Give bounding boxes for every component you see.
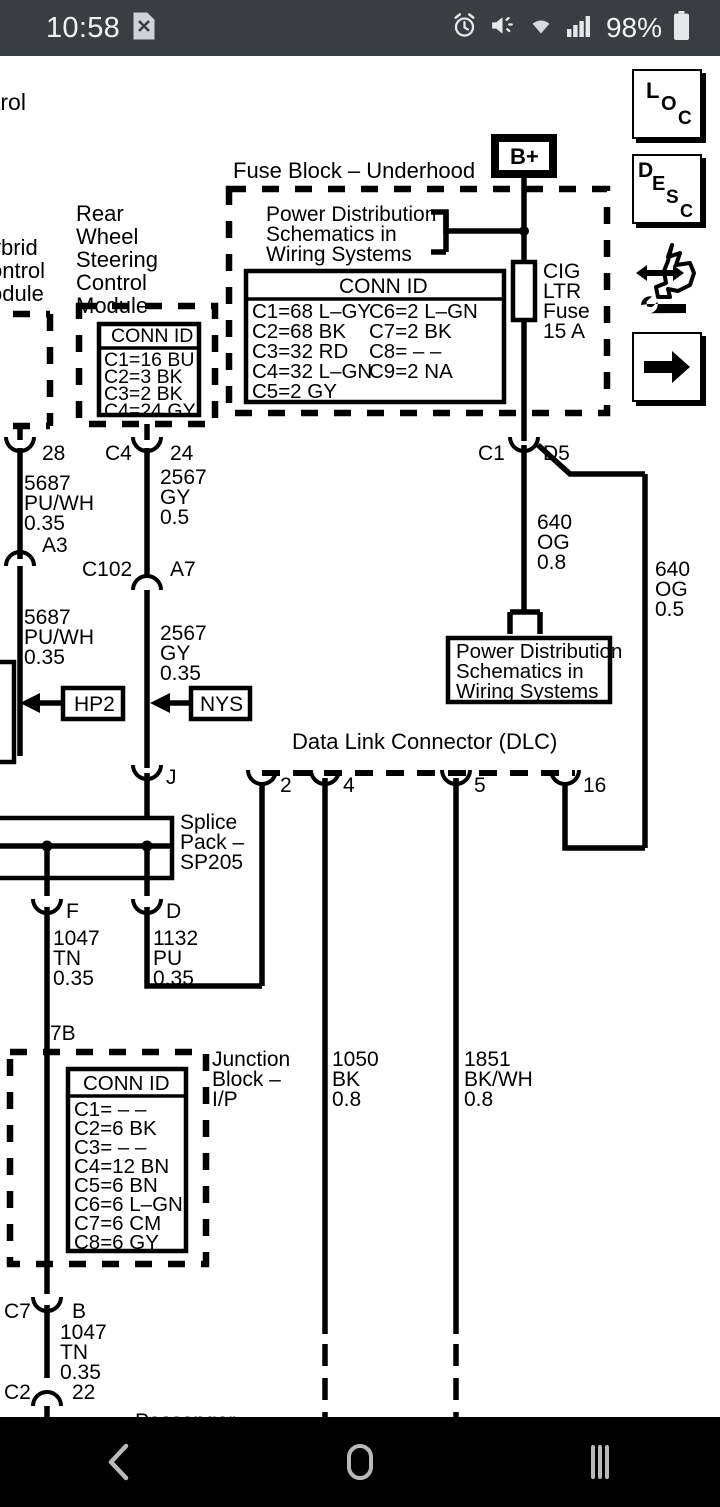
wifi-icon [527,14,555,43]
back-button[interactable] [60,1417,180,1507]
pds-lower-line-3: Wiring Systems [456,680,598,703]
dlc-pin-16-label: 16 [583,774,606,797]
battery-percent-label: 98% [605,12,662,43]
mute-icon [489,12,516,44]
wire-1047-upper-gauge: 0.35 [53,967,94,990]
terminal-b: B [72,1300,86,1323]
fuse-conn-id-header: CONN ID [339,275,428,298]
sim-card-icon [132,12,156,45]
terminal-d: D [166,900,181,923]
b-plus-label: B+ [510,144,539,169]
wire-1050-gauge: 0.8 [332,1088,361,1111]
connector-cup-a7 [131,574,163,591]
loc-letter-3: C [678,108,692,129]
nys-arrow-head [150,693,170,713]
hybrid-module-line-3: odule [0,281,44,306]
hybrid-module-line-2: ontrol [0,258,45,283]
desc-letter-4: C [680,201,693,221]
terminal-a7: A7 [170,558,196,581]
dlc-pin-2-label: 2 [280,774,292,797]
junction-conn-id-header: CONN ID [83,1072,170,1095]
wire-640-left-gauge: 0.8 [537,551,566,574]
terminal-c1: C1 [478,442,505,465]
status-clock: 10:58 [46,11,121,44]
clipped-title-left: trol [0,89,26,115]
desc-letter-2: E [652,173,666,195]
fuse-label-line-4: 15 A [543,320,585,343]
terminal-c4: C4 [105,442,132,465]
rws-module-line-2: Wheel [76,224,138,249]
hp2-label: HP2 [74,693,115,716]
terminal-f: F [66,900,79,923]
passenger-door-line-1: Passenger [135,1410,235,1417]
desc-button[interactable]: D E S C [632,154,702,224]
wire-5687-lower-gauge: 0.35 [24,646,65,669]
terminal-j: J [166,766,177,789]
wire-2567-lower-gauge: 0.35 [160,662,201,685]
battery-icon [673,10,690,46]
recents-button[interactable] [540,1417,660,1507]
clipped-left-box [0,659,17,765]
hand-wrench-tool-button[interactable] [628,239,706,317]
status-bar-left: 10:58 [46,12,156,45]
loc-button[interactable]: L O C [632,69,702,139]
rws-module-line-1: Rear [76,201,124,226]
rws-conn-row-4: C4=24 GY [104,400,196,422]
terminal-a3: A3 [42,534,68,557]
dlc-label: Data Link Connector (DLC) [292,729,557,754]
terminal-7b: 7B [50,1022,76,1045]
wire-640-right-gauge: 0.5 [655,598,684,621]
rws-conn-id-header: CONN ID [111,325,193,347]
terminal-24: 24 [170,442,194,465]
hp2-arrow-head [20,693,40,713]
status-bar: 10:58 98% [0,0,720,56]
next-arrow-button[interactable] [632,332,702,402]
fuse-conn-c5: C5=2 GY [252,380,337,403]
hybrid-module-line-1: ybrid [0,235,38,260]
terminal-28: 28 [42,442,65,465]
loc-letter-2: O [661,93,677,115]
terminal-22: 22 [72,1381,95,1404]
splice-pack-line-3: SP205 [180,851,243,874]
junction-block-line-3: I/P [212,1088,238,1111]
connector-cup-c2 [31,1390,63,1407]
dlc-pin-5-label: 5 [474,774,486,797]
android-nav-bar [0,1417,720,1507]
wire-5687-upper-gauge: 0.35 [24,512,65,535]
wire-2567-upper-gauge: 0.5 [160,506,189,529]
desc-letter-3: S [666,187,679,208]
loc-letter-1: L [646,78,660,103]
signal-icon [566,14,593,43]
wire-1851-gauge: 0.8 [464,1088,493,1111]
tool-palette: L O C D E S C [627,69,707,402]
terminal-c102: C102 [82,558,132,581]
rws-module-line-3: Steering [76,247,158,272]
junction-conn-row-8: C8=6 GY [74,1231,159,1254]
terminal-c7: C7 [4,1300,31,1323]
home-button[interactable] [300,1417,420,1507]
alarm-icon [451,12,478,44]
desc-letter-1: D [638,159,654,182]
rws-module-line-4: Control [76,270,147,295]
status-bar-right: 98% [451,10,690,46]
terminal-c2: C2 [4,1381,31,1404]
pds-top-line-3: Wiring Systems [266,243,412,266]
wiring-diagram: .sk { stroke:#000; fill:none; } .w { str… [0,89,690,1417]
cig-ltr-fuse-symbol [510,259,538,323]
wire-1132-gauge: 0.35 [153,967,194,990]
fuse-block-label: Fuse Block – Underhood [233,158,475,183]
dlc-pin-4-label: 4 [343,774,355,797]
fuse-conn-c9: C9=2 NA [369,360,453,383]
schematic-viewport[interactable]: L O C D E S C rol brid ntrol dule Rear W… [0,56,720,1417]
nys-label: NYS [200,693,243,716]
